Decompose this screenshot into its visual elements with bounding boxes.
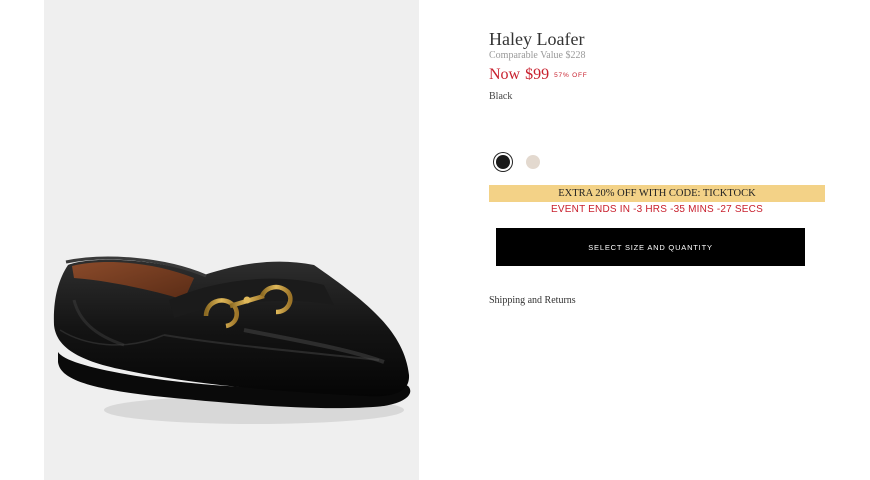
color-swatch-chalk[interactable] (526, 155, 540, 169)
comparable-value: Comparable Value $228 (489, 50, 586, 61)
sale-price: $99 (525, 66, 550, 83)
select-size-button[interactable]: SELECT SIZE AND QUANTITY (496, 228, 805, 266)
color-swatch-black[interactable] (496, 155, 510, 169)
discount-badge: 57% OFF (554, 72, 588, 79)
now-label: Now (489, 66, 521, 83)
event-countdown: EVENT ENDS IN -3 HRS -35 MINS -27 SECS (551, 204, 763, 215)
shipping-returns-link[interactable]: Shipping and Returns (489, 295, 576, 306)
product-image-loafer (53, 256, 411, 424)
product-image-panel (44, 0, 419, 480)
product-title: Haley Loafer (489, 29, 585, 49)
promo-code-banner: EXTRA 20% OFF WITH CODE: TICKTOCK (489, 185, 825, 202)
price-row: Now $99 57% OFF (489, 66, 588, 84)
selected-color-name: Black (489, 91, 513, 102)
